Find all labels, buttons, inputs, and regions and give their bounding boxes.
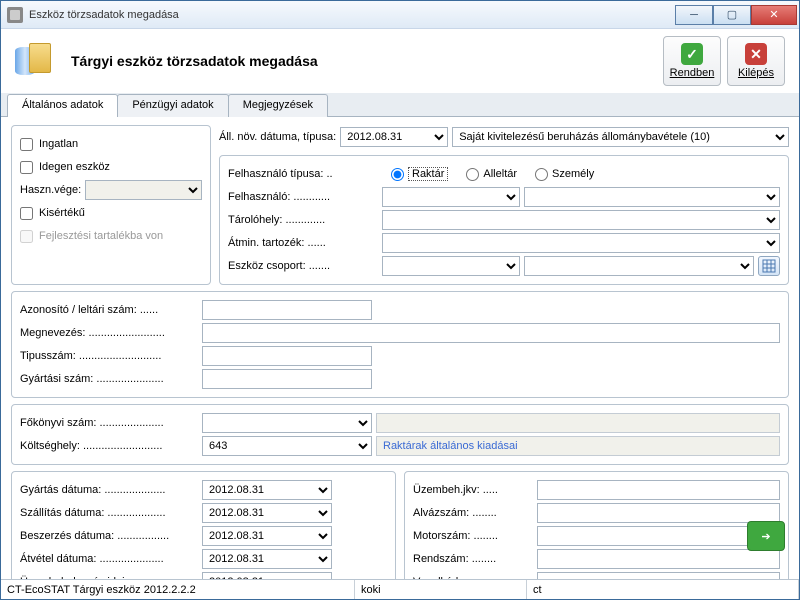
app-icon (7, 7, 23, 23)
gyartasi-szam-label: Gyártási szám: ...................... (20, 373, 198, 385)
next-button[interactable]: ➔ (747, 521, 785, 551)
statusbar: CT-EcoSTAT Tárgyi eszköz 2012.2.2.2 koki… (1, 579, 799, 599)
tipusszam-input[interactable] (202, 346, 372, 366)
rendszam-label: Rendszám: ........ (413, 553, 533, 565)
left-panel: Ingatlan Idegen eszköz Haszn.vége: Kisér… (11, 125, 211, 285)
eszkoz-csoport-select1[interactable] (382, 256, 520, 276)
status-user: koki (355, 580, 527, 599)
megnevezes-label: Megnevezés: ......................... (20, 327, 198, 339)
tabs: Általános adatok Pénzügyi adatok Megjegy… (1, 93, 799, 117)
ok-label: Rendben (670, 67, 715, 79)
header-icon (15, 43, 51, 79)
felhasznalo-select2[interactable] (524, 187, 780, 207)
radio-alleltar[interactable]: Alleltár (466, 168, 517, 181)
eszkoz-csoport-select2[interactable] (524, 256, 754, 276)
all-nov-date[interactable]: 2012.08.31 (340, 127, 448, 147)
atmin-select[interactable] (382, 233, 780, 253)
titlebar: Eszköz törzsadatok megadása ─ ▢ ✕ (1, 1, 799, 29)
window-title: Eszköz törzsadatok megadása (29, 9, 675, 21)
ok-button[interactable]: ✓ Rendben (663, 36, 721, 86)
szallitas-datuma-label: Szállítás dátuma: ................... (20, 507, 198, 519)
azonosito-label: Azonosító / leltári szám: ...... (20, 304, 198, 316)
felh-tipusa-radio-group: Raktár Alleltár Személy (382, 164, 603, 184)
beszerzes-datuma-input[interactable]: 2012.08.31 (202, 526, 332, 546)
gyartasi-szam-input[interactable] (202, 369, 372, 389)
uzemjkv-label: Üzembeh.jkv: ..... (413, 484, 533, 496)
uzembe-ideje-input[interactable]: 2012.08.31 (202, 572, 332, 579)
felh-tipusa-label: Felhasználó típusa: .. (228, 168, 378, 180)
exit-label: Kilépés (738, 67, 774, 79)
uzembe-ideje-label: Üzembehelyezés ideje: .......... (20, 576, 198, 579)
felhasznalo-label: Felhasználó: ............ (228, 191, 378, 203)
motorszam-input[interactable] (537, 526, 780, 546)
fokonyvi-select[interactable] (202, 413, 372, 433)
radio-szemely[interactable]: Személy (535, 168, 594, 181)
arrow-right-icon: ➔ (761, 530, 770, 543)
chk-ingatlan[interactable]: Ingatlan (20, 133, 202, 155)
atmin-label: Átmin. tartozék: ...... (228, 237, 378, 249)
fokonyvi-desc (376, 413, 780, 433)
felhasznalo-select1[interactable] (382, 187, 520, 207)
status-ctx: ct (527, 580, 799, 599)
alvazszam-label: Alvázszám: ........ (413, 507, 533, 519)
maximize-button[interactable]: ▢ (713, 5, 751, 25)
koltseghely-desc: Raktárak általános kiadásai (376, 436, 780, 456)
azonosito-input[interactable] (202, 300, 372, 320)
minimize-button[interactable]: ─ (675, 5, 713, 25)
szallitas-datuma-input[interactable]: 2012.08.31 (202, 503, 332, 523)
gyartas-datuma-input[interactable]: 2012.08.31 (202, 480, 332, 500)
atvetel-datuma-label: Átvétel dátuma: ..................... (20, 553, 198, 565)
koltseghely-label: Költséghely: .......................... (20, 440, 198, 452)
tab-penzugyi[interactable]: Pénzügyi adatok (117, 94, 228, 117)
fokonyvi-label: Főkönyvi szám: ..................... (20, 417, 198, 429)
tab-altalanos[interactable]: Általános adatok (7, 94, 118, 117)
vonalkod-input[interactable] (537, 572, 780, 579)
close-button[interactable]: ✕ (751, 5, 797, 25)
koltseghely-select[interactable]: 643 (202, 436, 372, 456)
haszn-vege-select[interactable] (85, 180, 202, 200)
eszkoz-csoport-label: Eszköz csoport: ....... (228, 260, 378, 272)
tarolohely-label: Tárolóhely: ............. (228, 214, 378, 226)
all-nov-label: Áll. növ. dátuma, típusa: (219, 131, 336, 143)
header: Tárgyi eszköz törzsadatok megadása ✓ Ren… (1, 29, 799, 93)
vonalkod-label: Vonalkód: ........... (413, 576, 533, 579)
motorszam-label: Motorszám: ........ (413, 530, 533, 542)
haszn-vege-label: Haszn.vége: (20, 184, 81, 196)
megnevezes-input[interactable] (202, 323, 780, 343)
chk-fejl-tartalek: Fejlesztési tartalékba von (20, 225, 202, 247)
exit-button[interactable]: ✕ Kilépés (727, 36, 785, 86)
all-nov-type[interactable]: Saját kivitelezésű beruházás állományba​… (452, 127, 789, 147)
tipusszam-label: Tipusszám: ........................... (20, 350, 198, 362)
check-icon: ✓ (681, 43, 703, 65)
page-title: Tárgyi eszköz törzsadatok megadása (71, 53, 643, 69)
status-app: CT-EcoSTAT Tárgyi eszköz 2012.2.2.2 (1, 580, 355, 599)
grid-button[interactable] (758, 256, 780, 276)
atvetel-datuma-input[interactable]: 2012.08.31 (202, 549, 332, 569)
alvazszam-input[interactable] (537, 503, 780, 523)
tarolohely-select[interactable] (382, 210, 780, 230)
radio-raktar[interactable]: Raktár (391, 167, 448, 181)
rendszam-input[interactable] (537, 549, 780, 569)
chk-kiserteku[interactable]: Kisértékű (20, 202, 202, 224)
tab-megjegyzesek[interactable]: Megjegyzések (228, 94, 328, 117)
uzemjkv-input[interactable] (537, 480, 780, 500)
beszerzes-datuma-label: Beszerzés dátuma: ................. (20, 530, 198, 542)
gyartas-datuma-label: Gyártás dátuma: .................... (20, 484, 198, 496)
close-icon: ✕ (745, 43, 767, 65)
chk-idegen[interactable]: Idegen eszköz (20, 156, 202, 178)
